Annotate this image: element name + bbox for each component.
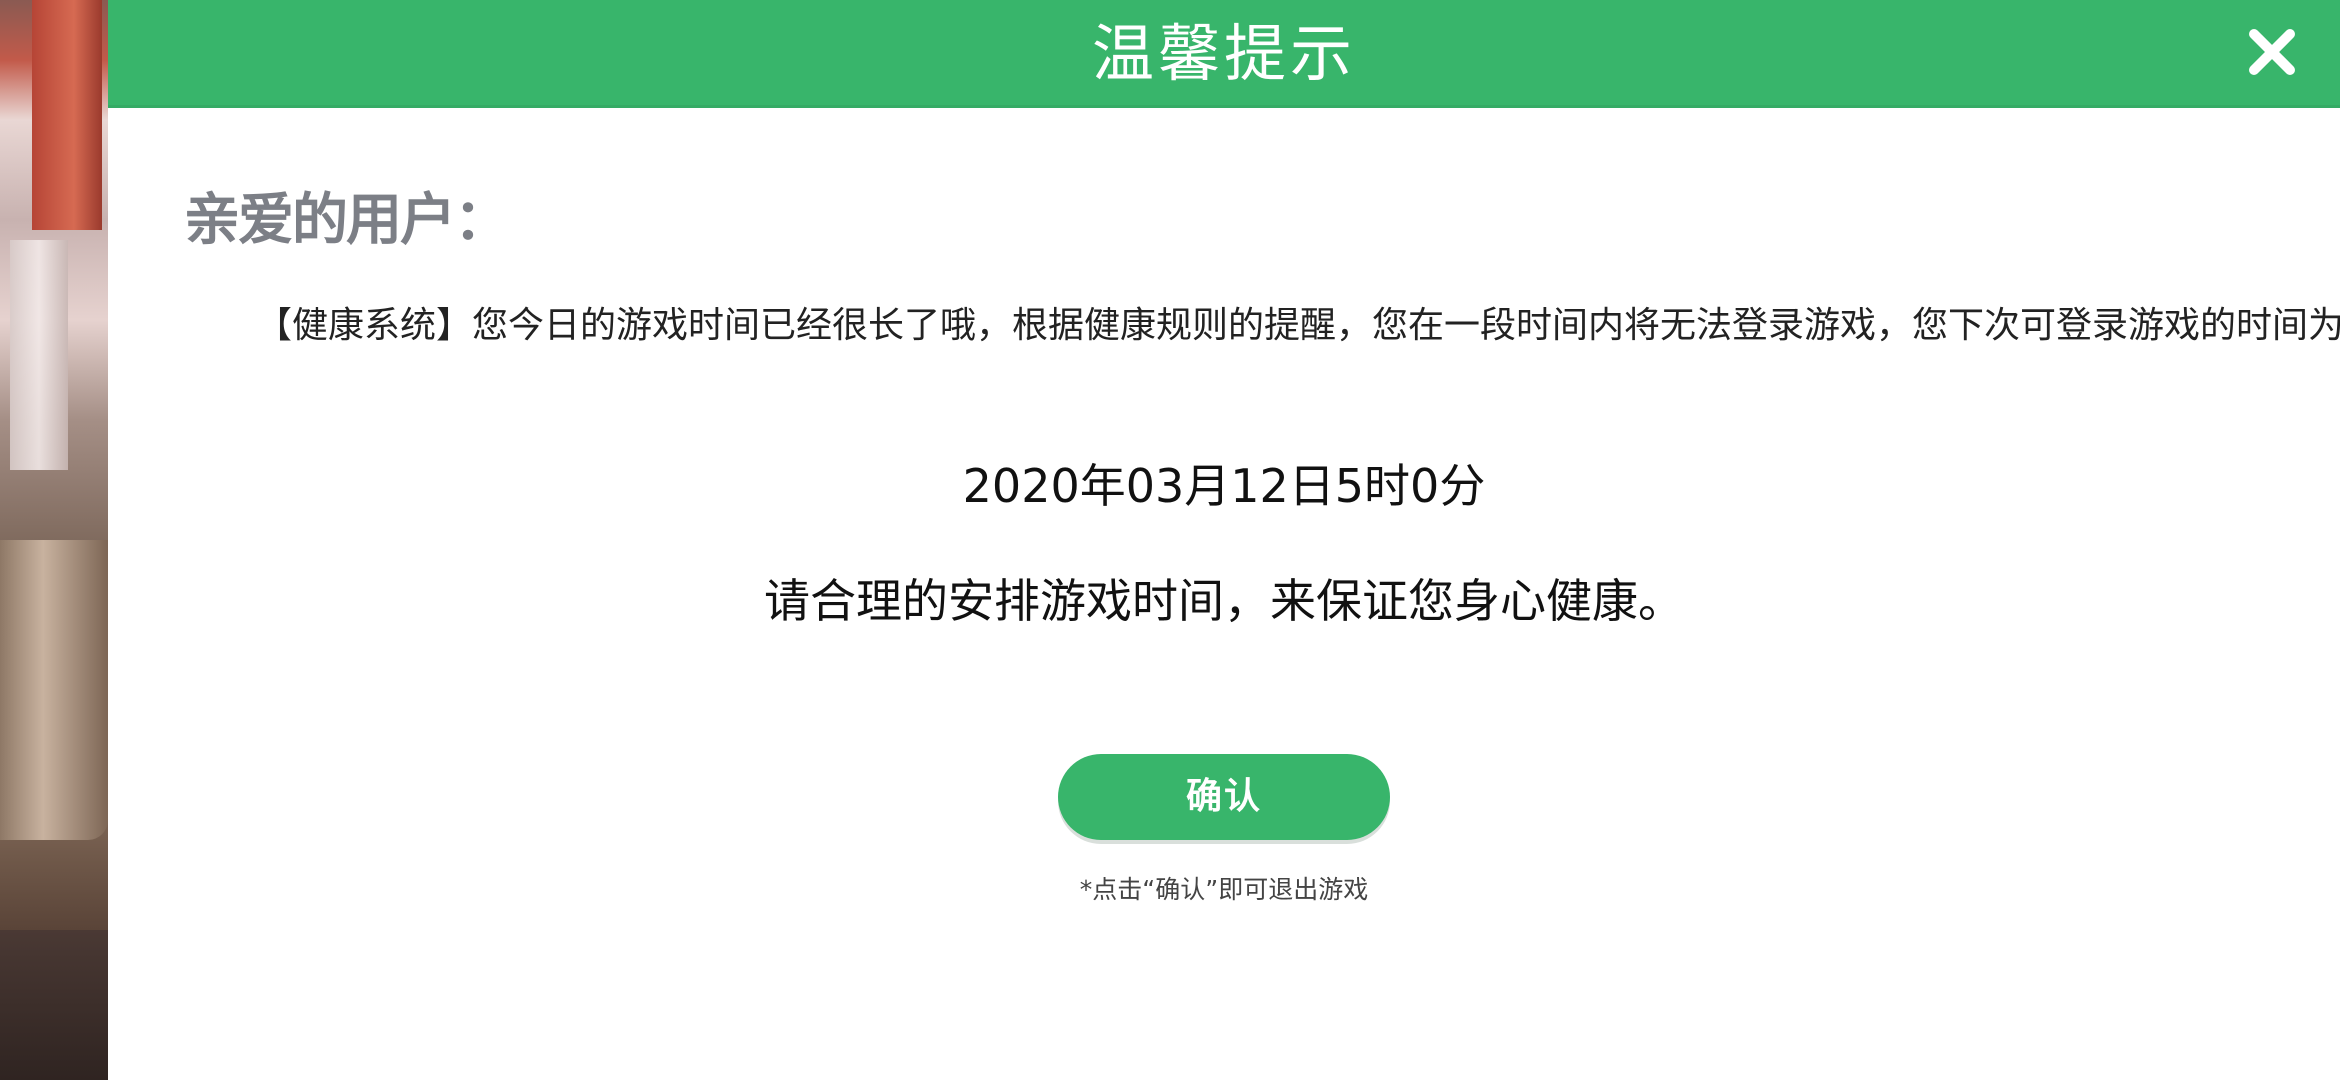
message-paragraph: 【健康系统】您今日的游戏时间已经很长了哦，根据健康规则的提醒，您在一段时间内将无… — [184, 300, 2340, 352]
advice-text: 请合理的安排游戏时间，来保证您身心健康。 — [764, 574, 1684, 628]
next-login-time: 2020年03月12日5时0分 — [962, 459, 1486, 513]
confirm-button[interactable]: 确认 — [1058, 754, 1390, 840]
game-background — [0, 0, 108, 1080]
screen: 温馨提示 亲爱的用户： 【健康系统】您今日的游戏时间已经很长了哦，根据健康规则的… — [0, 0, 2340, 1080]
greeting-heading: 亲爱的用户： — [184, 188, 510, 253]
exit-hint: *点击“确认”即可退出游戏 — [1079, 875, 1369, 904]
background-banner — [32, 0, 102, 230]
close-button[interactable] — [2240, 20, 2304, 84]
background-pillar — [10, 240, 68, 470]
message-text: 【健康系统】您今日的游戏时间已经很长了哦，根据健康规则的提醒，您在一段时间内将无… — [256, 305, 2340, 346]
background-shadow — [0, 930, 108, 1080]
dialog-title: 温馨提示 — [1091, 17, 1356, 90]
health-reminder-dialog: 温馨提示 亲爱的用户： 【健康系统】您今日的游戏时间已经很长了哦，根据健康规则的… — [108, 0, 2340, 1080]
dialog-header: 温馨提示 — [108, 0, 2340, 108]
close-icon — [2249, 29, 2295, 75]
background-character — [0, 540, 108, 840]
